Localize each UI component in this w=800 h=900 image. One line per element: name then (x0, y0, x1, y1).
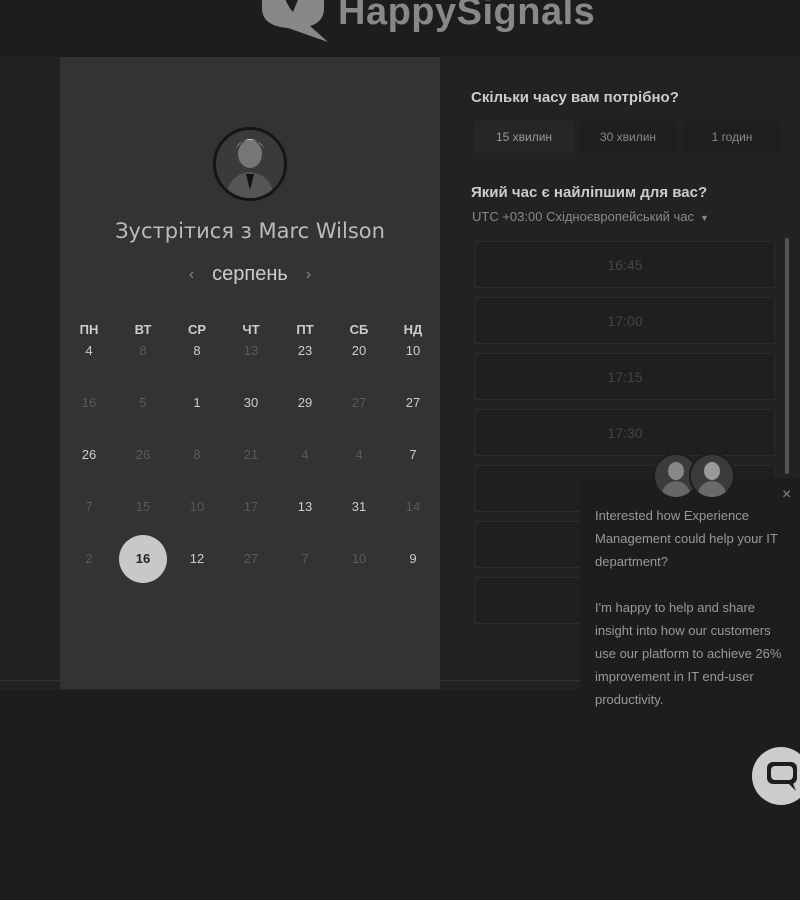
duration-title: Скільки часу вам потрібно? (471, 89, 679, 106)
calendar-day: 27 (351, 395, 367, 410)
duration-option[interactable]: 15 хвилин (474, 121, 574, 153)
weekday-label: ПН (79, 322, 99, 337)
avatar (213, 127, 287, 201)
weekday-label: ЧТ (242, 322, 260, 337)
chat-message-line: Interested how Experience (595, 508, 749, 523)
calendar-day[interactable]: 10 (393, 341, 433, 361)
time-slot[interactable]: 16:45 (475, 241, 775, 288)
calendar-day[interactable]: 13 (285, 497, 325, 517)
person-photo-icon (216, 130, 284, 198)
chat-message-line: department? (595, 554, 668, 569)
calendar-day: 26 (135, 447, 151, 462)
chat-close-button[interactable]: × (782, 486, 791, 504)
time-slot[interactable]: 17:00 (475, 297, 775, 344)
time-slot[interactable]: 17:15 (475, 353, 775, 400)
calendar-day: 4 (301, 447, 309, 462)
selected-day[interactable]: 16 (119, 535, 167, 583)
calendar-day[interactable]: 27 (393, 393, 433, 413)
calendar-day: 4 (355, 447, 363, 462)
calendar-day[interactable]: 1 (177, 393, 217, 413)
caret-down-icon: ▼ (699, 212, 709, 223)
calendar-day: 13 (243, 343, 259, 358)
chat-bubble-icon (767, 762, 797, 791)
calendar-day[interactable]: 12 (177, 549, 217, 569)
calendar-day: 10 (351, 551, 367, 566)
speech-bubble-heart-icon (262, 0, 328, 42)
calendar-day[interactable]: 20 (339, 341, 379, 361)
calendar-day[interactable]: 31 (339, 497, 379, 517)
calendar-day: 8 (139, 343, 147, 358)
calendar-day: 8 (193, 447, 201, 462)
timezone-label: UTC +03:00 Східноєвропейський час (472, 209, 694, 224)
duration-option[interactable]: 30 хвилин (578, 121, 678, 153)
calendar-day[interactable]: 7 (393, 445, 433, 465)
chat-launcher-button[interactable] (752, 747, 800, 805)
calendar-day: 16 (81, 395, 97, 410)
weekday-label: НД (403, 322, 423, 337)
calendar-day: 10 (189, 499, 205, 514)
calendar-day: 15 (135, 499, 151, 514)
calendar-day[interactable]: 4 (69, 341, 109, 361)
weekday-label: ВТ (134, 322, 152, 337)
chat-message-line: insight into how our customers (595, 623, 771, 638)
month-label: серпень (212, 263, 288, 285)
chat-message-line: improvement in IT end-user (595, 669, 754, 684)
calendar-day: 17 (243, 499, 259, 514)
chat-message-line: Management could help your IT (595, 531, 778, 546)
meeting-title: Зустрітися з Marc Wilson (115, 219, 385, 243)
duration-option[interactable]: 1 годин (682, 121, 782, 153)
weekday-label: СБ (349, 322, 369, 337)
chat-message-line: productivity. (595, 692, 664, 707)
slots-scrollbar[interactable] (785, 238, 789, 474)
prev-month-button[interactable]: ‹ (189, 266, 194, 284)
calendar-day: 21 (243, 447, 259, 462)
calendar-day[interactable]: 30 (231, 393, 271, 413)
chat-message-line: I'm happy to help and share (595, 600, 756, 615)
calendar-day[interactable]: 23 (285, 341, 325, 361)
month-navigation: ‹ серпень › (60, 263, 440, 286)
weekday-label: СР (187, 322, 207, 337)
calendar-day[interactable]: 29 (285, 393, 325, 413)
calendar-day[interactable]: 9 (393, 549, 433, 569)
weekday-label: ПТ (296, 322, 314, 337)
chat-agent-avatar (689, 453, 735, 499)
calendar-day: 5 (139, 395, 147, 410)
person-photo-icon (691, 455, 733, 497)
calendar-day: 2 (85, 551, 93, 566)
calendar-day: 7 (85, 499, 93, 514)
calendar-day: 7 (301, 551, 309, 566)
time-slot[interactable]: 17:30 (475, 409, 775, 456)
timezone-select[interactable]: UTC +03:00 Східноєвропейський час ▼ (472, 209, 709, 224)
next-month-button[interactable]: › (306, 266, 311, 284)
calendar-day[interactable]: 26 (69, 445, 109, 465)
chat-message-line: use our platform to achieve 26% (595, 646, 782, 661)
time-title: Який час є найліпшим для вас? (471, 184, 708, 201)
calendar-day[interactable]: 8 (177, 341, 217, 361)
calendar-day: 27 (243, 551, 259, 566)
logo[interactable]: HappySignals (258, 0, 595, 42)
calendar-day: 14 (405, 499, 421, 514)
logo-text: HappySignals (338, 0, 596, 33)
